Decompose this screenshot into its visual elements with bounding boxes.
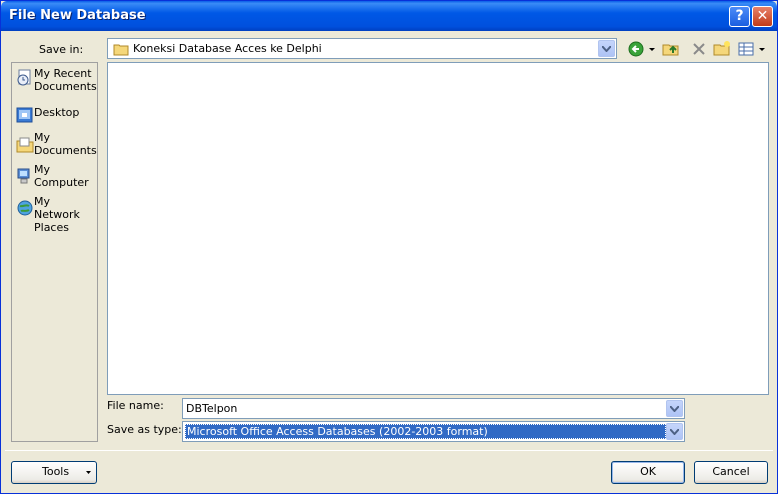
save-in-label: Save in:	[39, 43, 84, 56]
network-places-icon	[16, 199, 33, 216]
recent-documents-icon	[16, 69, 32, 86]
cancel-button[interactable]: Cancel	[694, 461, 768, 484]
save-in-combo[interactable]: Koneksi Database Acces ke Delphi	[107, 38, 617, 59]
place-label: My Recent Documents	[34, 67, 97, 93]
place-my-documents[interactable]: My Documents	[14, 131, 98, 161]
title-bar: File New Database ? ✕	[1, 1, 777, 31]
place-label: My Network Places	[34, 195, 80, 234]
ok-button[interactable]: OK	[611, 461, 685, 484]
save-in-value: Koneksi Database Acces ke Delphi	[133, 42, 322, 55]
my-computer-icon	[16, 167, 32, 184]
place-my-recent-documents[interactable]: My Recent Documents	[14, 67, 98, 97]
desktop-icon	[16, 107, 33, 123]
dropdown-arrow-icon	[85, 462, 92, 489]
delete-icon[interactable]	[689, 39, 709, 59]
save-as-type-label: Save as type:	[107, 423, 182, 436]
views-icon[interactable]	[736, 39, 756, 59]
file-list[interactable]	[107, 62, 769, 395]
new-folder-icon[interactable]	[712, 39, 732, 59]
save-as-type-value: Microsoft Office Access Databases (2002-…	[185, 424, 666, 439]
dropdown-arrow-icon[interactable]	[647, 39, 657, 59]
file-new-database-dialog: File New Database ? ✕ Save in: Koneksi D…	[0, 0, 778, 494]
file-name-label: File name:	[107, 399, 164, 412]
tools-button[interactable]: Tools	[11, 461, 97, 484]
file-name-value: DBTelpon	[186, 402, 238, 415]
up-folder-icon[interactable]	[661, 39, 681, 59]
back-icon[interactable]	[627, 39, 647, 59]
help-button[interactable]: ?	[729, 6, 750, 27]
place-label: My Documents	[34, 131, 97, 157]
folder-icon	[113, 42, 129, 59]
dropdown-arrow-icon[interactable]	[757, 39, 767, 59]
save-as-type-combo[interactable]: Microsoft Office Access Databases (2002-…	[182, 421, 685, 442]
place-my-network-places[interactable]: My Network Places	[14, 195, 98, 234]
file-name-input[interactable]: DBTelpon	[182, 398, 685, 419]
separator	[5, 450, 773, 451]
close-button[interactable]: ✕	[752, 6, 773, 27]
place-label: Desktop	[34, 106, 80, 119]
my-documents-icon	[16, 137, 34, 153]
window-title: File New Database	[9, 8, 146, 23]
chevron-down-icon[interactable]	[666, 400, 683, 417]
places-bar: My Recent Documents Desktop My Documents M…	[11, 62, 98, 442]
place-label: My Computer	[34, 163, 89, 189]
chevron-down-icon[interactable]	[598, 40, 615, 57]
chevron-down-icon[interactable]	[666, 423, 683, 440]
place-my-computer[interactable]: My Computer	[14, 163, 98, 193]
